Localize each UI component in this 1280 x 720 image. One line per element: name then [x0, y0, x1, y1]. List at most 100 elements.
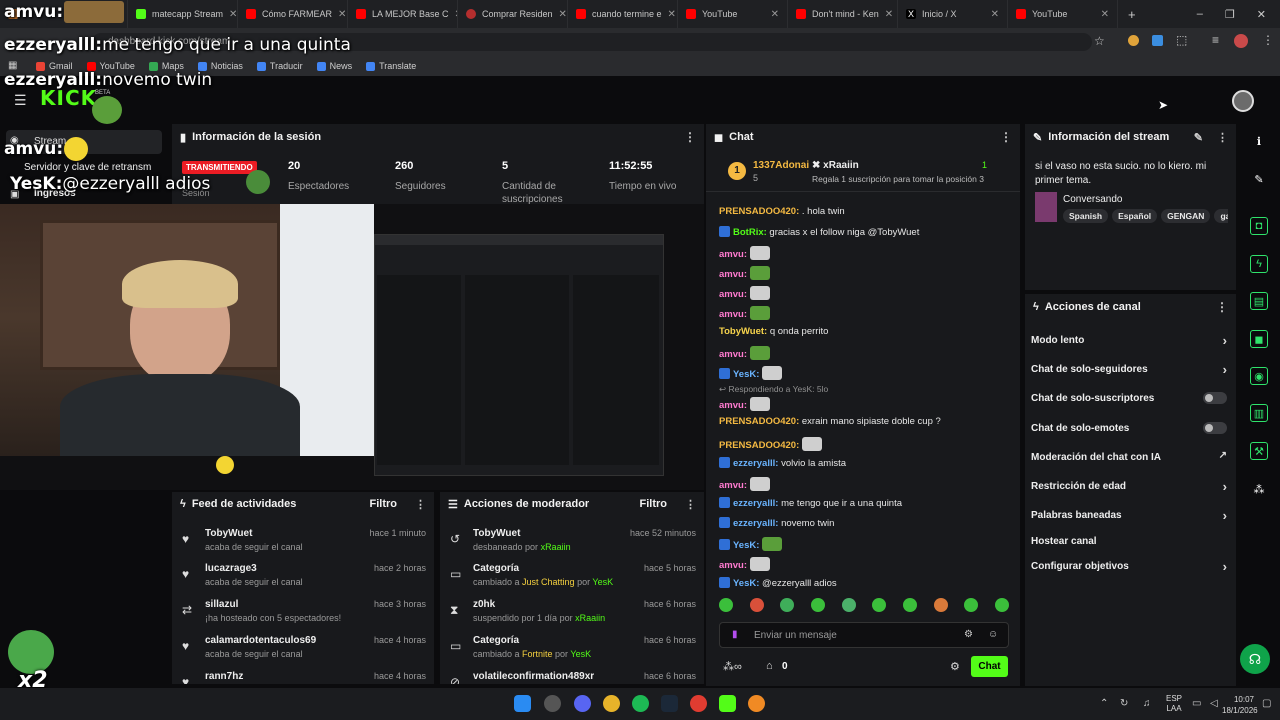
chat-message[interactable]: BotRix: gracias x el follow niga @TobyWu… — [719, 226, 919, 238]
tag[interactable]: Español — [1112, 209, 1158, 223]
close-icon[interactable]: ✕ — [229, 9, 237, 20]
channel-action[interactable]: Moderación del chat con IA ↗ — [1031, 450, 1227, 463]
chat-username[interactable]: PRENSADOO420: — [719, 206, 799, 217]
feed-item[interactable]: ♥ rann7hz hace 4 horas — [172, 671, 434, 684]
channel-action[interactable]: Configurar objetivos › — [1031, 559, 1227, 574]
quick-emote[interactable] — [810, 598, 825, 612]
chat-message[interactable]: YesK: @ezzeryalll adios — [719, 577, 837, 589]
tab-7[interactable]: Don't mind - Ken ✕ — [788, 0, 898, 28]
close-icon[interactable]: ✕ — [991, 9, 999, 20]
chat-message[interactable]: PRENSADOO420: . hola twin — [719, 206, 845, 217]
user-avatar[interactable] — [1232, 90, 1254, 112]
wrench-icon[interactable]: ⚒ — [1250, 442, 1268, 460]
close-icon[interactable]: ✕ — [1101, 9, 1109, 20]
chat-username[interactable]: ezzeryalll: — [733, 518, 778, 529]
quick-emote[interactable] — [841, 598, 856, 612]
extension-icon[interactable] — [1152, 35, 1163, 46]
volume-icon[interactable]: ◁ — [1210, 698, 1218, 709]
chat-message[interactable]: ezzeryalll: novemo twin — [719, 517, 834, 529]
minimize-icon[interactable]: – — [1197, 8, 1203, 21]
chat-message[interactable]: amvu: — [719, 397, 770, 411]
feed-item[interactable]: ⇄ sillazul ¡ha hosteado con 5 espectadores… — [172, 599, 434, 634]
channel-action[interactable]: Restricción de edad › — [1031, 479, 1227, 494]
bookmark-traducir[interactable]: Traducir — [256, 61, 303, 71]
channel-action[interactable]: Palabras baneadas › — [1031, 508, 1227, 523]
feed-item[interactable]: ♥ lucazrage3 acaba de seguir el canal hace … — [172, 563, 434, 598]
hamburger-icon[interactable]: ☰ — [14, 92, 27, 109]
windows-start-icon[interactable] — [514, 695, 531, 712]
bookmark-news[interactable]: News — [316, 61, 352, 71]
info-icon[interactable]: ℹ — [1250, 132, 1268, 150]
channel-action[interactable]: Chat de solo-emotes — [1031, 422, 1227, 434]
more-vert-icon[interactable]: ⋮ — [415, 498, 426, 511]
channel-action[interactable]: Chat de solo-suscriptores — [1031, 392, 1227, 404]
close-icon[interactable]: ✕ — [771, 9, 779, 20]
filter-button[interactable]: Filtro — [640, 498, 668, 510]
chat-username[interactable]: amvu: — [719, 249, 747, 260]
shield-icon[interactable]: ◘ — [1250, 217, 1268, 235]
chat-message[interactable]: PRENSADOO420: — [719, 437, 822, 451]
emote-picker-icon[interactable]: ⚙ — [964, 629, 973, 640]
more-vert-icon[interactable]: ⋮ — [1000, 130, 1012, 144]
quick-emote[interactable] — [902, 598, 917, 612]
mod-item[interactable]: ⧗ z0hk suspendido por 1 día por xRaaiin hac… — [440, 599, 704, 634]
chrome-icon[interactable] — [603, 695, 620, 712]
new-tab-icon[interactable]: + — [1118, 7, 1146, 22]
mic-icon[interactable]: ▮ — [732, 629, 738, 640]
chat-username[interactable]: amvu: — [719, 400, 747, 411]
chat-username[interactable]: amvu: — [719, 289, 747, 300]
chat-message[interactable]: ezzeryalll: volvio la amista — [719, 457, 846, 469]
toggle-switch[interactable] — [1203, 422, 1227, 434]
broadcast-icon[interactable]: ◉ — [1250, 367, 1268, 385]
tab-8[interactable]: X Inicio / X ✕ — [898, 0, 1008, 28]
clock[interactable]: 10:07 18/1/2026 — [1222, 694, 1258, 716]
toggle-switch[interactable] — [1203, 392, 1227, 404]
chat-username[interactable]: BotRix: — [733, 227, 767, 238]
quick-emote[interactable] — [872, 598, 887, 612]
menu-lines-icon[interactable]: ≡ — [1212, 33, 1219, 47]
opera-icon[interactable] — [690, 695, 707, 712]
tab-4[interactable]: Comprar Residen ✕ — [458, 0, 568, 28]
more-vert-icon[interactable]: ⋮ — [1262, 33, 1274, 47]
chat-message[interactable]: amvu: — [719, 246, 770, 260]
mod-item[interactable]: ▭ Categoría cambiado a Fortnite por YesK ha… — [440, 635, 704, 670]
chat-bubble-icon[interactable]: ◼ — [1250, 330, 1268, 348]
tag[interactable]: gar — [1214, 209, 1228, 223]
more-vert-icon[interactable]: ⋮ — [1217, 131, 1228, 144]
close-icon[interactable]: ✕ — [559, 9, 567, 20]
plug-icon[interactable]: ⁂ — [1250, 480, 1268, 498]
chat-input[interactable]: ▮ Enviar un mensaje ⚙ ☺ — [719, 622, 1009, 648]
app-icon[interactable] — [748, 695, 765, 712]
mod-item[interactable]: ⊘ volatileconfirmation489xr hace 6 horas — [440, 671, 704, 684]
tag[interactable]: GENGAN — [1161, 209, 1211, 223]
chat-username[interactable]: ezzeryalll: — [733, 458, 778, 469]
quick-emote[interactable] — [780, 598, 795, 612]
mod-item[interactable]: ▭ Categoría cambiado a Just Chatting por Y… — [440, 563, 704, 598]
more-vert-icon[interactable]: ⋮ — [685, 498, 696, 511]
quick-emote[interactable] — [719, 598, 733, 612]
widgets-icon[interactable] — [544, 695, 561, 712]
chat-username[interactable]: amvu: — [719, 349, 747, 360]
chat-username[interactable]: PRENSADOO420: — [719, 416, 799, 427]
chat-message[interactable]: amvu: — [719, 557, 770, 571]
quick-emote[interactable] — [933, 598, 948, 612]
filter-button[interactable]: Filtro — [370, 498, 398, 510]
tab-3[interactable]: LA MEJOR Base C✕ — [348, 0, 458, 28]
chat-username[interactable]: amvu: — [719, 269, 747, 280]
layout-icon[interactable]: ▥ — [1250, 404, 1268, 422]
tab-1[interactable]: matecapp Stream ✕ — [128, 0, 238, 28]
chat-message[interactable]: amvu: — [719, 346, 770, 360]
extension-icon[interactable] — [1128, 35, 1139, 46]
bolt-icon[interactable]: ϟ — [1250, 255, 1268, 273]
feed-item[interactable]: ♥ TobyWuet acaba de seguir el canal hace 1 … — [172, 528, 434, 563]
network-icon[interactable]: ▭ — [1192, 698, 1201, 709]
profile-avatar[interactable] — [1234, 34, 1248, 48]
points-icon[interactable]: ⁂∞ — [723, 660, 742, 673]
chat-username[interactable]: amvu: — [719, 309, 747, 320]
channel-action[interactable]: Hostear canal — [1031, 536, 1227, 547]
chat-message[interactable]: YesK: — [719, 537, 783, 551]
chat-message[interactable]: amvu: — [719, 286, 770, 300]
bookmark-translate[interactable]: Translate — [366, 61, 416, 71]
chat-username[interactable]: amvu: — [719, 560, 747, 571]
pencil-icon[interactable]: ✎ — [1250, 170, 1268, 188]
